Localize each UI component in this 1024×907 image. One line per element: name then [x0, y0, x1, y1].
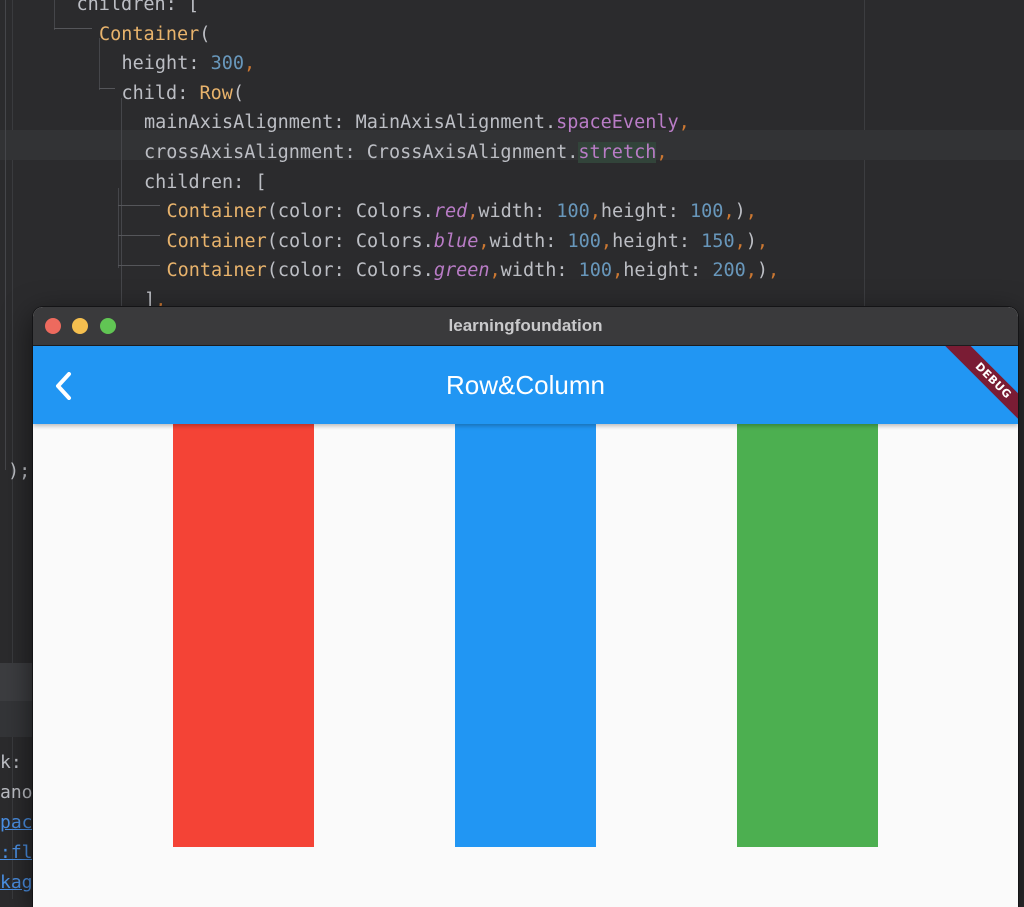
code-token: (color: Colors.: [266, 230, 434, 252]
code-token: 200: [712, 260, 746, 282]
console-link[interactable]: :fl: [0, 842, 33, 863]
code-token: Container: [166, 260, 267, 282]
debug-banner-label: DEBUG: [944, 346, 1018, 424]
app-bar: Row&Column DEBUG: [33, 346, 1018, 424]
code-line: crossAxisAlignment: CrossAxisAlignment.s…: [144, 142, 668, 163]
code-token: stretch: [578, 142, 657, 163]
code-token: green: [433, 260, 490, 282]
code-token: mainAxisAlignment: MainAxisAlignment.: [144, 112, 557, 134]
code-token: ,: [600, 230, 613, 252]
code-line: Container(color: Colors.blue,width: 100,…: [166, 230, 769, 252]
chevron-left-icon: [56, 372, 71, 400]
code-token: width:: [478, 201, 557, 223]
code-line: Container(color: Colors.red,width: 100,h…: [167, 202, 757, 222]
blue-container: [455, 424, 596, 847]
code-token: 100: [578, 260, 613, 282]
code-token: ,: [678, 112, 690, 134]
window-title: learningfoundation: [448, 316, 603, 335]
code-token: height:: [612, 230, 702, 252]
indent-guide: [121, 98, 122, 308]
code-token: children: [: [144, 171, 267, 193]
code-token: blue: [433, 230, 479, 252]
indent-guide: [99, 38, 100, 90]
code-line: child: Row(: [121, 82, 245, 104]
green-container: [737, 424, 878, 847]
code-token: (color: Colors.: [266, 201, 434, 223]
code-token: ,: [244, 53, 256, 75]
code-token: Container: [99, 23, 200, 45]
code-token: ,: [478, 230, 490, 252]
code-token: 300: [210, 53, 245, 75]
code-token: 100: [556, 201, 590, 223]
indent-guide: [99, 88, 115, 89]
console-fragment: ano: [0, 782, 33, 803]
code-token: red: [433, 201, 468, 223]
indent-guide: [118, 265, 160, 266]
indent-guide: [54, 0, 55, 30]
code-token: ,: [745, 260, 757, 282]
code-token: ): [745, 230, 757, 252]
code-token: (color: Colors.: [266, 260, 434, 282]
indent-guide: [118, 235, 160, 236]
code-token: ,: [656, 142, 668, 163]
code-token: ,: [723, 201, 735, 223]
console-link[interactable]: pac: [0, 812, 33, 833]
console-fragment: k:: [0, 752, 22, 773]
code-token: children: [: [76, 0, 200, 15]
code-token: width:: [489, 230, 568, 252]
code-token: ,: [734, 230, 746, 252]
page-title: Row&Column: [446, 370, 605, 400]
code-token: 100: [690, 201, 724, 223]
window-titlebar[interactable]: learningfoundation: [33, 307, 1018, 346]
code-token: width:: [500, 260, 579, 282]
code-token: height:: [600, 201, 691, 223]
indent-guide: [5, 0, 6, 470]
row-body: [33, 424, 1018, 907]
code-line: mainAxisAlignment: MainAxisAlignment.spa…: [144, 113, 690, 133]
code-token: height:: [623, 260, 713, 282]
app-window: learningfoundation Row&Column DEBUG: [33, 307, 1018, 907]
code-token: ): [756, 260, 769, 282]
code-token: 150: [701, 230, 735, 252]
code-token: Container: [166, 230, 267, 252]
indent-guide: [118, 188, 119, 268]
code-token: 100: [567, 230, 601, 252]
code-token: child:: [121, 82, 200, 104]
code-line: Container(: [99, 23, 211, 45]
code-line: Container(color: Colors.green,width: 100…: [167, 261, 780, 281]
code-token: ,: [489, 260, 501, 282]
code-token: ,: [612, 260, 624, 282]
indent-guide: [118, 205, 160, 206]
code-token: ,: [768, 260, 780, 282]
code-token: (: [199, 23, 211, 45]
indent-guide: [54, 28, 92, 29]
code-token: ,: [467, 201, 479, 223]
code-line: children: [: [144, 171, 267, 193]
code-token: height:: [121, 53, 211, 75]
code-token: Row: [199, 82, 233, 104]
red-container: [173, 424, 314, 847]
code-line: children: [: [77, 0, 200, 15]
back-button[interactable]: [43, 359, 95, 411]
code-token: spaceEvenly: [556, 112, 679, 134]
code-line: height: 300,: [122, 54, 256, 74]
code-token: crossAxisAlignment: CrossAxisAlignment.: [144, 142, 579, 163]
code-token: ,: [756, 230, 769, 252]
code-token: ,: [589, 201, 601, 223]
console-link[interactable]: kag: [0, 872, 33, 893]
debug-banner: DEBUG: [913, 346, 1018, 424]
code-token: ): [734, 201, 746, 223]
code-token: ,: [745, 201, 757, 223]
code-token: (: [232, 82, 245, 104]
code-closing: );: [8, 461, 31, 482]
code-token: Container: [166, 201, 267, 223]
